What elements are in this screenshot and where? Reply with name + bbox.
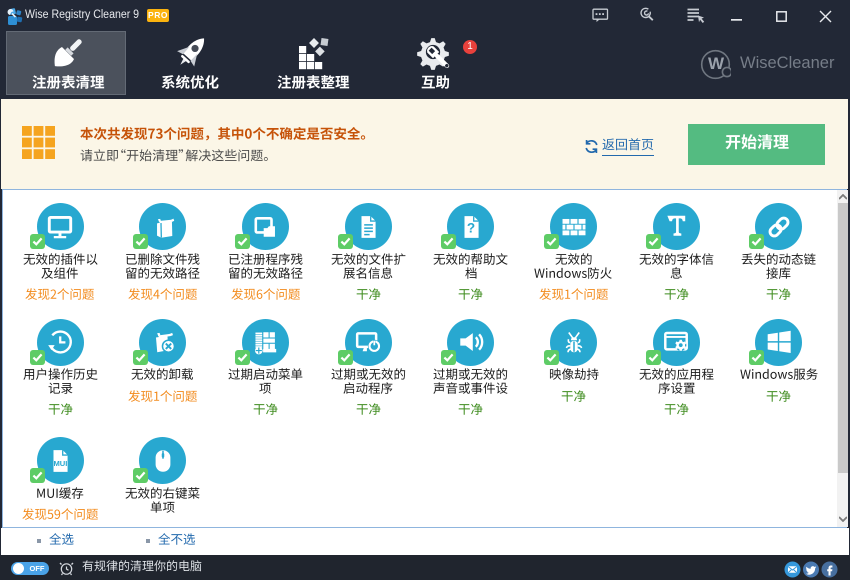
svg-text:?: ? xyxy=(467,220,475,235)
svg-text:MUI: MUI xyxy=(53,458,67,467)
